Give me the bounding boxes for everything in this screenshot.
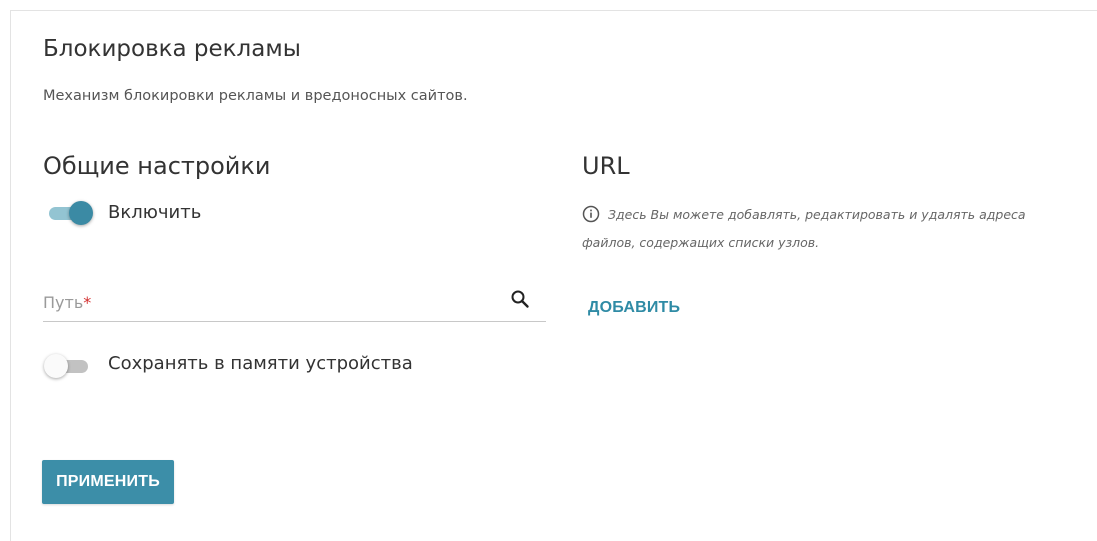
save-to-device-toggle[interactable] [44, 354, 90, 378]
url-info-text: Здесь Вы можете добавлять, редактировать… [582, 207, 1026, 250]
url-info: Здесь Вы можете добавлять, редактировать… [582, 201, 1082, 257]
add-url-button[interactable]: ДОБАВИТЬ [588, 299, 680, 317]
toggle-knob [44, 354, 68, 378]
page-title: Блокировка рекламы [43, 36, 301, 62]
enable-toggle-label: Включить [108, 202, 202, 223]
path-field: Путь* [43, 281, 546, 322]
url-section-title: URL [582, 152, 630, 180]
apply-button[interactable]: ПРИМЕНИТЬ [42, 460, 174, 504]
path-input[interactable] [43, 289, 498, 315]
info-icon [582, 205, 600, 223]
toggle-knob [69, 201, 93, 225]
save-to-device-label: Сохранять в памяти устройства [108, 353, 413, 374]
search-icon[interactable] [510, 289, 530, 309]
ad-block-panel: Блокировка рекламы Механизм блокировки р… [10, 10, 1097, 541]
general-settings-title: Общие настройки [43, 152, 271, 180]
page-description: Механизм блокировки рекламы и вредоносны… [43, 88, 468, 104]
enable-toggle[interactable] [47, 201, 93, 225]
